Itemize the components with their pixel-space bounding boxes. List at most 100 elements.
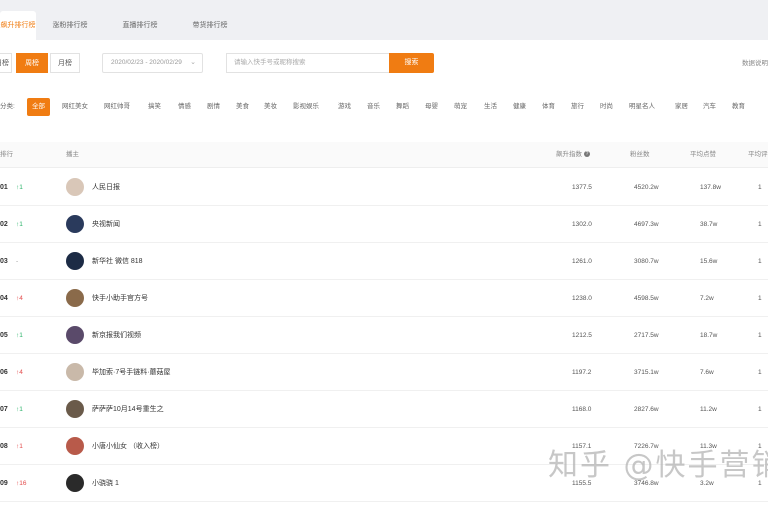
anchor-name[interactable]: 人民日报 (92, 169, 120, 206)
table-row[interactable]: 01 ↑1 人民日报 1377.5 4520.2w 137.8w 1 (0, 169, 768, 206)
rank-change: ↑1 (16, 406, 23, 413)
rank-change: ↑1 (16, 184, 23, 191)
rank-change: ↑1 (16, 221, 23, 228)
table-row[interactable]: 02 ↑1 央视新闻 1302.0 4697.3w 38.7w 1 (0, 206, 768, 243)
rank-change: ↑16 (16, 480, 27, 487)
table-row[interactable]: 07 ↑1 萨萨萨10月14号重生之 1168.0 2827.6w 11.2w 1 (0, 391, 768, 428)
category-item[interactable]: 明星名人 (629, 98, 655, 116)
anchor-name[interactable]: 毕加索·7号手链料·蘑菇屋 (92, 354, 171, 391)
category-prefix-label: 分类: (0, 103, 15, 110)
fans-value: 3080.7w (634, 258, 659, 265)
avg-comments-value: 1 (758, 406, 762, 413)
category-item[interactable]: 体育 (542, 98, 555, 116)
category-item[interactable]: 游戏 (338, 98, 351, 116)
avatar[interactable] (66, 363, 84, 381)
category-item[interactable]: 剧情 (207, 98, 220, 116)
avatar[interactable] (66, 437, 84, 455)
avatar[interactable] (66, 474, 84, 492)
header-rank[interactable]: 排行 (0, 142, 13, 168)
category-item[interactable]: 搞笑 (148, 98, 161, 116)
rising-index-value: 1212.5 (572, 332, 592, 339)
date-range-value: 2020/02/23 - 2020/02/29 (111, 59, 182, 66)
category-item[interactable]: 时尚 (600, 98, 613, 116)
chevron-down-icon: ⌄ (190, 59, 196, 66)
category-item[interactable]: 生活 (484, 98, 497, 116)
fans-value: 4520.2w (634, 184, 659, 191)
search-button[interactable]: 搜索 (389, 53, 434, 73)
anchor-name[interactable]: 快手小助手官方号 (92, 280, 148, 317)
rank-number: 02 (0, 221, 8, 228)
avg-likes-value: 7.2w (700, 295, 714, 302)
tab-live-rank[interactable]: 直播排行榜 (110, 11, 170, 40)
category-item[interactable]: 健康 (513, 98, 526, 116)
avg-likes-value: 38.7w (700, 221, 718, 228)
avg-likes-value: 137.8w (700, 184, 721, 191)
category-item[interactable]: 网红帅哥 (104, 98, 130, 116)
category-item[interactable]: 影视娱乐 (293, 98, 319, 116)
category-item[interactable]: 家居 (675, 98, 688, 116)
rank-change: ↑4 (16, 295, 23, 302)
category-item[interactable]: 美食 (236, 98, 249, 116)
avatar[interactable] (66, 326, 84, 344)
header-avg-likes[interactable]: 平均点赞 (690, 142, 716, 168)
rising-index-value: 1302.0 (572, 221, 592, 228)
rank-change: ↑1 (16, 332, 23, 339)
anchor-name[interactable]: 小唐小仙女 （收入榜） (92, 428, 164, 465)
category-item[interactable]: 网红美女 (62, 98, 88, 116)
header-fans[interactable]: 粉丝数 (630, 142, 650, 168)
rank-number: 06 (0, 369, 8, 376)
category-item[interactable]: 母婴 (425, 98, 438, 116)
avatar[interactable] (66, 289, 84, 307)
fans-value: 2827.6w (634, 406, 659, 413)
table-row[interactable]: 04 ↑4 快手小助手官方号 1238.0 4598.5w 7.2w 1 (0, 280, 768, 317)
category-item[interactable]: 舞蹈 (396, 98, 409, 116)
table-row[interactable]: 06 ↑4 毕加索·7号手链料·蘑菇屋 1197.2 3715.1w 7.6w 1 (0, 354, 768, 391)
avatar[interactable] (66, 178, 84, 196)
header-rising-index[interactable]: 飙升指数? (556, 142, 590, 168)
rank-change: ↑4 (16, 369, 23, 376)
avatar[interactable] (66, 400, 84, 418)
anchor-name[interactable]: 央视新闻 (92, 206, 120, 243)
category-item[interactable]: 情感 (178, 98, 191, 116)
category-item[interactable]: 教育 (732, 98, 745, 116)
period-week-button[interactable]: 周榜 (16, 53, 48, 73)
category-item[interactable]: 音乐 (367, 98, 380, 116)
avatar[interactable] (66, 252, 84, 270)
table-row[interactable]: 03 - 新华社 微信 818 1261.0 3080.7w 15.6w 1 (0, 243, 768, 280)
anchor-name[interactable]: 小骁骁 1 (92, 465, 119, 502)
category-item[interactable]: 旅行 (571, 98, 584, 116)
data-description-link[interactable]: 数据说明 (742, 57, 768, 67)
rank-number: 07 (0, 406, 8, 413)
rising-index-value: 1238.0 (572, 295, 592, 302)
tab-fans-rank[interactable]: 涨粉排行榜 (40, 11, 100, 40)
period-month-button[interactable]: 月榜 (50, 53, 80, 73)
tab-sales-rank[interactable]: 带货排行榜 (180, 11, 240, 40)
date-range-select[interactable]: 2020/02/23 - 2020/02/29 ⌄ (102, 53, 203, 73)
anchor-name[interactable]: 萨萨萨10月14号重生之 (92, 391, 164, 428)
category-item[interactable]: 美妆 (264, 98, 277, 116)
header-avg-comments[interactable]: 平均评论 (748, 142, 768, 168)
avg-comments-value: 1 (758, 332, 762, 339)
help-icon[interactable]: ? (584, 151, 590, 158)
table-row[interactable]: 05 ↑1 新京报我们视频 1212.5 2717.5w 18.7w 1 (0, 317, 768, 354)
avatar[interactable] (66, 215, 84, 233)
rising-index-value: 1168.0 (572, 406, 592, 413)
avg-likes-value: 15.6w (700, 258, 718, 265)
period-day-button[interactable]: 日榜 (0, 53, 12, 73)
category-item[interactable]: 汽车 (703, 98, 716, 116)
fans-value: 4697.3w (634, 221, 659, 228)
anchor-name[interactable]: 新京报我们视频 (92, 317, 141, 354)
category-filter-row: 分类: 全部 网红美女 网红帅哥 搞笑 情感 剧情 美食 美妆 影视娱乐 游戏 … (0, 98, 768, 118)
tab-rising-rank[interactable]: 飙升排行榜 (0, 11, 36, 40)
anchor-name[interactable]: 新华社 微信 818 (92, 243, 143, 280)
rank-number: 04 (0, 295, 8, 302)
avg-comments-value: 1 (758, 258, 762, 265)
avg-comments-value: 1 (758, 369, 762, 376)
category-all[interactable]: 全部 (27, 98, 50, 116)
category-item[interactable]: 萌宠 (454, 98, 467, 116)
rank-change: ↑1 (16, 443, 23, 450)
avg-comments-value: 1 (758, 184, 762, 191)
header-anchor: 播主 (66, 151, 79, 158)
top-tab-bar: 飙升排行榜 涨粉排行榜 直播排行榜 带货排行榜 (0, 0, 768, 40)
search-input[interactable]: 请输入快手号或昵称搜索 (226, 53, 389, 73)
